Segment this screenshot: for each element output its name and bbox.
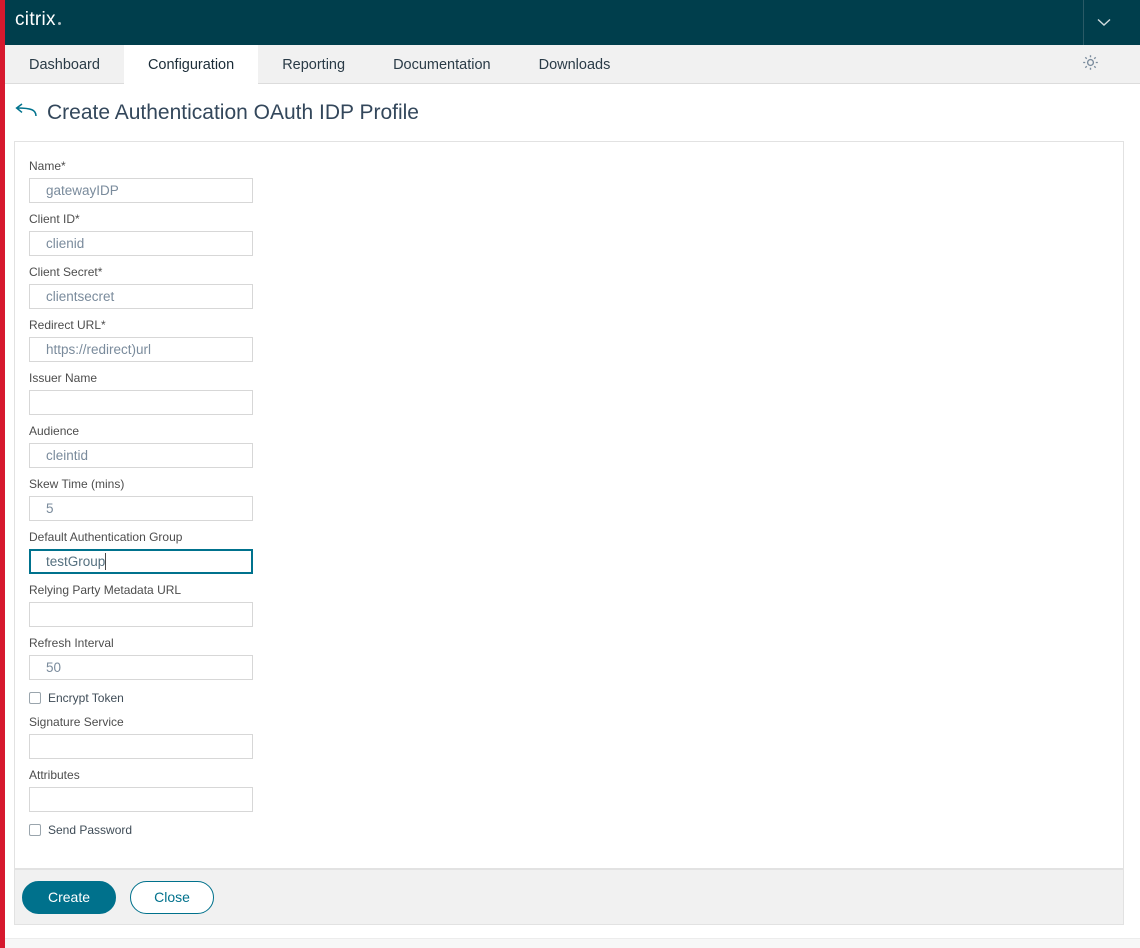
input-wrap-signature-service <box>29 734 253 759</box>
oauth-idp-profile-form: Name* Client ID* Client Secret* Redirect UR… <box>29 150 429 838</box>
input-refresh-interval[interactable] <box>29 655 253 680</box>
back-arrow-icon <box>15 102 37 124</box>
tab-downloads[interactable]: Downloads <box>515 45 635 84</box>
user-menu-toggle[interactable] <box>1084 0 1124 45</box>
label-redirect-url: Redirect URL* <box>29 318 106 332</box>
input-attributes[interactable] <box>29 787 253 812</box>
checkbox-encrypt-token[interactable] <box>29 692 41 704</box>
checkbox-row-encrypt-token[interactable]: Encrypt Token <box>29 680 429 706</box>
citrix-logo-text: citrix <box>15 9 56 30</box>
page-header: Create Authentication OAuth IDP Profile <box>0 85 1140 141</box>
input-wrap-client-secret <box>29 284 253 309</box>
field-signature-service: Signature Service <box>29 706 429 759</box>
tab-dashboard-label: Dashboard <box>29 56 100 73</box>
input-wrap-skew-time-mins <box>29 496 253 521</box>
input-signature-service[interactable] <box>29 734 253 759</box>
label-signature-service: Signature Service <box>29 715 124 729</box>
page-footer-strip <box>5 938 1140 948</box>
field-relying-party-metadata-url: Relying Party Metadata URL <box>29 574 429 627</box>
left-edge-stripe <box>0 0 5 948</box>
content-panel: Name* Client ID* Client Secret* Redirect UR… <box>14 141 1124 869</box>
checkbox-label-send-password: Send Password <box>48 823 133 837</box>
label-audience: Audience <box>29 424 80 438</box>
input-wrap-audience <box>29 443 253 468</box>
label-relying-party-metadata-url: Relying Party Metadata URL <box>29 583 182 597</box>
input-wrap-issuer-name <box>29 390 253 415</box>
create-button[interactable]: Create <box>22 880 116 914</box>
checkbox-send-password[interactable] <box>29 824 41 836</box>
tab-downloads-label: Downloads <box>538 56 611 73</box>
tab-configuration[interactable]: Configuration <box>123 45 259 84</box>
settings-button[interactable] <box>1074 45 1106 84</box>
input-name[interactable] <box>29 178 253 203</box>
input-wrap-client-id <box>29 231 253 256</box>
close-button[interactable]: Close <box>130 880 214 914</box>
input-client-id[interactable] <box>29 231 253 256</box>
field-audience: Audience <box>29 415 429 468</box>
input-wrap-name <box>29 178 253 203</box>
input-wrap-default-authentication-group <box>29 549 253 574</box>
input-redirect-url[interactable] <box>29 337 253 362</box>
input-wrap-refresh-interval <box>29 655 253 680</box>
main-nav-tabs: Dashboard Configuration Reporting Docume… <box>0 45 1140 84</box>
citrix-logo-dot <box>57 22 61 25</box>
field-issuer-name: Issuer Name <box>29 362 429 415</box>
label-default-authentication-group: Default Authentication Group <box>29 530 183 544</box>
checkbox-label-encrypt-token: Encrypt Token <box>48 691 124 705</box>
input-wrap-relying-party-metadata-url <box>29 602 253 627</box>
input-audience[interactable] <box>29 443 253 468</box>
form-actions-bar: Create Close <box>14 869 1124 925</box>
page-title: Create Authentication OAuth IDP Profile <box>47 101 419 124</box>
field-redirect-url: Redirect URL* <box>29 309 429 362</box>
label-skew-time-mins: Skew Time (mins) <box>29 477 125 491</box>
label-issuer-name: Issuer Name <box>29 371 98 385</box>
tab-reporting-label: Reporting <box>282 56 346 73</box>
label-client-id: Client ID* <box>29 212 80 226</box>
tab-list: Dashboard Configuration Reporting Docume… <box>5 45 634 84</box>
app-window: citrix Dashboard Configuration Reporting… <box>0 0 1140 948</box>
checkbox-row-send-password[interactable]: Send Password <box>29 812 429 838</box>
input-client-secret[interactable] <box>29 284 253 309</box>
input-issuer-name[interactable] <box>29 390 253 415</box>
input-skew-time-mins[interactable] <box>29 496 253 521</box>
gear-icon <box>1082 54 1099 76</box>
field-attributes: Attributes <box>29 759 429 812</box>
tab-documentation[interactable]: Documentation <box>369 45 515 84</box>
page-bottom-spacer <box>5 925 1140 938</box>
field-refresh-interval: Refresh Interval <box>29 627 429 680</box>
chevron-down-icon <box>1097 18 1111 27</box>
back-button[interactable] <box>14 101 38 125</box>
tab-dashboard[interactable]: Dashboard <box>5 45 124 84</box>
top-bar: citrix <box>0 0 1140 45</box>
input-default-authentication-group[interactable] <box>29 549 253 574</box>
tab-documentation-label: Documentation <box>393 56 491 73</box>
label-refresh-interval: Refresh Interval <box>29 636 114 650</box>
field-client-id: Client ID* <box>29 203 429 256</box>
input-wrap-redirect-url <box>29 337 253 362</box>
field-client-secret: Client Secret* <box>29 256 429 309</box>
label-attributes: Attributes <box>29 768 80 782</box>
field-skew-time-mins: Skew Time (mins) <box>29 468 429 521</box>
tab-reporting[interactable]: Reporting <box>258 45 369 84</box>
field-name: Name* <box>29 150 429 203</box>
field-default-authentication-group: Default Authentication Group <box>29 521 429 574</box>
tab-configuration-label: Configuration <box>147 56 235 73</box>
input-wrap-attributes <box>29 787 253 812</box>
citrix-logo: citrix <box>15 9 61 31</box>
input-relying-party-metadata-url[interactable] <box>29 602 253 627</box>
label-client-secret: Client Secret* <box>29 265 103 279</box>
label-name: Name* <box>29 159 66 173</box>
